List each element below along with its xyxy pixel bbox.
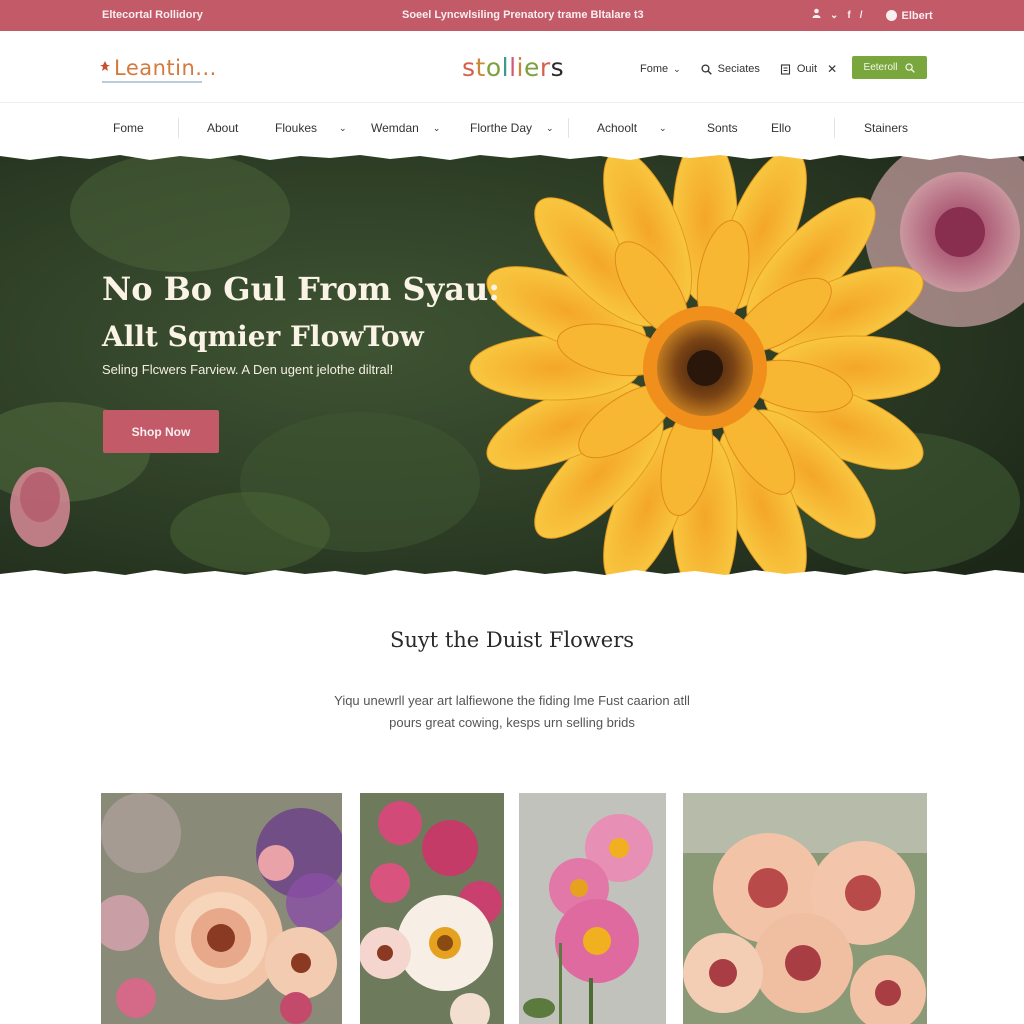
section-description-line: Yiqu unewrll year art lalfiewone the fid… — [334, 693, 690, 708]
pink-white-daisy-image — [360, 793, 504, 1024]
logo-tagline-line — [102, 81, 202, 83]
nav-item-label: About — [207, 121, 239, 135]
brand-letter: e — [524, 53, 540, 82]
section-title: Suyt the Duist Flowers — [389, 628, 635, 652]
product-card-pink-cosmos[interactable] — [519, 793, 666, 1024]
hero-tagline: Seling Flcwers Farview. A Den ugent jelo… — [102, 362, 394, 377]
currency-icon[interactable]: f — [847, 9, 850, 23]
header-out-link[interactable]: Ouit ✕ — [780, 62, 837, 76]
shop-now-label: Shop Now — [131, 424, 191, 439]
close-icon[interactable]: ✕ — [827, 62, 837, 76]
nav-item-label: Sonts — [707, 121, 738, 135]
leaf-icon — [100, 61, 110, 71]
header-menu: Fome ⌄ Seciates Ouit ✕ — [640, 62, 857, 76]
header-home-label: Fome — [640, 63, 669, 75]
nav-divider — [834, 118, 835, 138]
left-logo-text: Leantin... — [114, 56, 217, 80]
search-button-label: Eeteroll — [863, 62, 898, 73]
nav-item-home[interactable]: Fome — [113, 121, 144, 135]
slash-icon: / — [859, 9, 863, 21]
brand-letter: i — [516, 53, 524, 82]
chevron-down-icon: ⌄ — [339, 122, 347, 133]
product-card-peach-dahlia[interactable] — [101, 793, 342, 1024]
search-icon — [905, 62, 916, 73]
nav-item-label: Stainers — [864, 121, 909, 135]
nav-item-label: Wemdan — [371, 121, 419, 135]
chevron-down-icon: ⌄ — [673, 63, 681, 74]
nav-item-sonts[interactable]: Sonts — [707, 121, 738, 135]
nav-item-flowers[interactable]: Floukes ⌄ — [275, 121, 347, 135]
brand-letter: t — [475, 53, 486, 82]
user-avatar-icon[interactable] — [885, 10, 897, 21]
hero-subheadline: Allt Sqmier FlowTow — [102, 320, 424, 353]
main-nav: Fome About Floukes ⌄ Wemdan ⌄ Florthe Da… — [0, 104, 1024, 152]
product-card-pink-white-daisy[interactable] — [360, 793, 504, 1024]
chevron-down-icon: ⌄ — [546, 122, 554, 133]
peach-dahlia-image — [101, 793, 342, 1024]
brand-letter: s — [462, 53, 476, 82]
chevron-down-icon: ⌄ — [659, 122, 667, 133]
header-out-label: Ouit — [796, 63, 818, 75]
brand-letter: s — [550, 53, 565, 82]
section-description-line: pours great cowing, kesps urn selling br… — [389, 715, 635, 730]
user-name[interactable]: Elbert — [902, 10, 933, 22]
brand-letter: l — [509, 53, 517, 82]
chevron-icon[interactable]: ⌄ — [830, 9, 838, 23]
nav-divider — [178, 118, 179, 138]
brand-logo[interactable]: stolliers — [462, 53, 564, 82]
product-card-salmon-dahlia[interactable] — [683, 793, 927, 1024]
announcement-left-text: Eltecortal Rollidory — [102, 9, 203, 21]
nav-item-stainers[interactable]: Stainers — [864, 121, 908, 135]
shop-now-button[interactable]: Shop Now — [103, 410, 219, 453]
search-icon — [701, 63, 712, 75]
salmon-dahlia-image — [683, 793, 927, 1024]
nav-item-wemdan[interactable]: Wemdan ⌄ — [371, 121, 440, 135]
section-description: Yiqu unewrll year art lalfiewone the fid… — [0, 690, 1024, 734]
brand-letter: r — [539, 53, 551, 82]
document-icon — [780, 63, 790, 75]
brand-letter: l — [501, 53, 510, 82]
nav-divider — [568, 118, 569, 138]
brand-letter: o — [485, 53, 502, 82]
account-area: ⌄ f / Elbert — [812, 8, 933, 23]
site-header: Leantin... stolliers Fome ⌄ Seciates Oui… — [0, 31, 1024, 103]
hero-headline: No Bo Gul From Syau: — [102, 270, 501, 308]
chevron-down-icon: ⌄ — [432, 122, 441, 133]
nav-item-florthe-day[interactable]: Florthe Day ⌄ — [470, 121, 554, 135]
header-home-dropdown[interactable]: Fome ⌄ — [640, 63, 681, 75]
nav-item-label: Florthe Day — [470, 121, 533, 135]
nav-item-label: Ello — [771, 121, 792, 135]
search-button[interactable]: Eeteroll — [852, 56, 927, 79]
announcement-center-text[interactable]: Soeel Lyncwlsiling Prenatory trame Bltal… — [402, 9, 644, 21]
nav-item-achoolt[interactable]: Achoolt ⌄ — [597, 121, 667, 135]
announcement-bar: Eltecortal Rollidory Soeel Lyncwlsiling … — [0, 0, 1024, 31]
nav-item-ello[interactable]: Ello — [771, 121, 791, 135]
nav-item-label: Achoolt — [597, 121, 638, 135]
hero-banner: No Bo Gul From Syau: Allt Sqmier FlowTow… — [0, 152, 1024, 578]
left-logo[interactable]: Leantin... — [100, 56, 217, 83]
nav-item-label: Floukes — [275, 121, 318, 135]
nav-item-label: Fome — [113, 121, 144, 135]
header-search-link[interactable]: Seciates — [701, 63, 760, 75]
header-search-label: Seciates — [717, 63, 760, 75]
nav-item-about[interactable]: About — [207, 121, 238, 135]
person-icon[interactable] — [812, 8, 821, 23]
pink-cosmos-image — [519, 793, 666, 1024]
